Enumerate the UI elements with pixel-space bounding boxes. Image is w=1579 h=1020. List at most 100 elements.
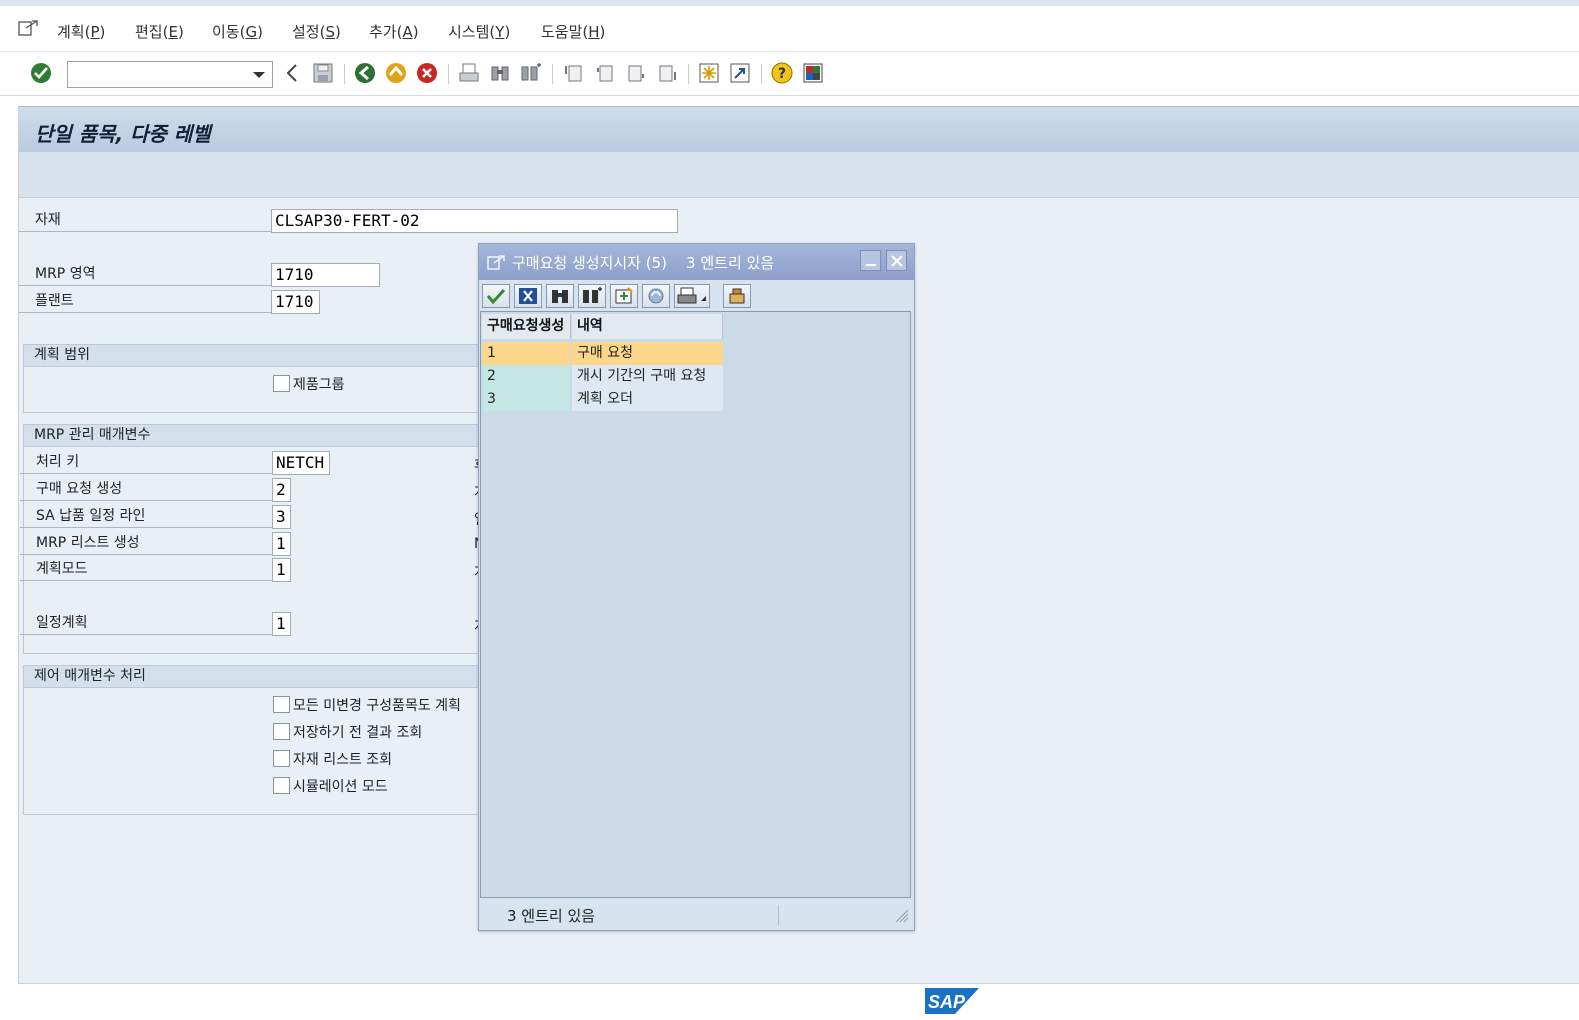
list-item-selected[interactable]: 1 구매 요청	[482, 342, 723, 365]
planning-mode-label: 계획모드	[20, 559, 272, 581]
menu-planning-text: 계획(	[57, 23, 91, 41]
command-dropdown-icon[interactable]	[253, 72, 265, 78]
plan-unchanged-components-checkbox[interactable]	[273, 696, 290, 713]
collapse-left-icon[interactable]	[280, 61, 304, 85]
last-page-icon[interactable]	[655, 61, 679, 85]
dialog-window-icon	[487, 254, 507, 275]
list-item[interactable]: 3 계획 오더	[482, 388, 723, 411]
print-menu-icon[interactable]	[674, 284, 710, 308]
display-results-before-save-label: 저장하기 전 결과 조회	[293, 725, 423, 741]
material-input[interactable]: CLSAP30-FERT-02	[271, 209, 678, 233]
refresh-icon[interactable]	[642, 284, 670, 308]
display-material-list-checkbox[interactable]	[273, 750, 290, 767]
scheduling-label: 일정계획	[20, 613, 272, 635]
customize-layout-icon[interactable]	[801, 61, 825, 85]
column-header-description[interactable]: 내역	[572, 314, 723, 339]
shortcut-icon[interactable]	[728, 61, 752, 85]
dialog-title-bar[interactable]: 구매요청 생성지시자 (5) 3 엔트리 있음	[479, 244, 914, 280]
menu-extras-key: A	[402, 23, 413, 41]
planning-scope-header: 계획 범위	[24, 345, 482, 367]
sa-deliv-sched-input[interactable]: 3	[272, 505, 291, 529]
product-group-checkbox[interactable]	[273, 375, 290, 392]
search-next-icon[interactable]	[578, 284, 606, 308]
menu-settings-key: S	[325, 23, 335, 41]
menu-settings[interactable]: 설정(S)	[292, 21, 341, 42]
menu-help-text: 도움말(	[541, 23, 589, 41]
back-icon[interactable]	[353, 61, 377, 85]
toolbar-separator	[552, 64, 553, 84]
list-item-description: 개시 기간의 구매 요청	[572, 365, 723, 388]
find-next-icon[interactable]	[519, 61, 543, 85]
menu-planning[interactable]: 계획(P)	[57, 21, 105, 42]
menu-settings-end: )	[334, 23, 341, 41]
display-results-before-save-checkbox[interactable]	[273, 723, 290, 740]
menu-system-text: 시스템(	[448, 23, 496, 41]
list-item-key: 1	[482, 342, 571, 365]
menu-system[interactable]: 시스템(Y)	[448, 21, 510, 42]
create-pur-req-input[interactable]: 2	[272, 478, 291, 502]
plant-label: 플랜트	[19, 291, 271, 313]
menu-extras[interactable]: 추가(A)	[369, 21, 419, 42]
menu-settings-text: 설정(	[292, 23, 326, 41]
print-icon[interactable]	[457, 61, 481, 85]
simulation-mode-checkbox[interactable]	[273, 777, 290, 794]
control-processing-header: 제어 매개변수 처리	[24, 666, 482, 688]
search-icon[interactable]	[546, 284, 574, 308]
list-item[interactable]: 2 개시 기간의 구매 요청	[482, 365, 723, 388]
previous-page-icon[interactable]	[593, 61, 617, 85]
menu-help-end: )	[599, 23, 606, 41]
exit-up-icon[interactable]	[384, 61, 408, 85]
toolbar-separator	[688, 64, 689, 84]
command-field[interactable]	[67, 61, 273, 88]
sap-logo: SAP	[925, 988, 979, 1014]
copy-check-icon[interactable]	[482, 284, 510, 308]
scheduling-input[interactable]: 1	[272, 612, 291, 636]
cancel-x-icon[interactable]	[514, 284, 542, 308]
plant-input[interactable]: 1710	[271, 290, 320, 314]
create-pur-req-label: 구매 요청 생성	[20, 479, 272, 501]
column-header-key[interactable]: 구매요청생성	[482, 314, 571, 339]
menu-system-end: )	[504, 23, 511, 41]
pur-req-indicator-dialog: 구매요청 생성지시자 (5) 3 엔트리 있음 구매요청생성 내역 1 구매 요…	[478, 243, 915, 931]
menu-goto[interactable]: 이동(G)	[212, 21, 263, 42]
save-icon[interactable]	[311, 61, 335, 85]
display-material-list-label: 자재 리스트 조회	[293, 752, 393, 768]
create-mrp-list-input[interactable]: 1	[272, 532, 291, 556]
standard-toolbar: ?	[0, 52, 1579, 96]
new-entry-icon[interactable]	[610, 284, 638, 308]
help-icon[interactable]: ?	[770, 61, 794, 85]
planning-mode-input[interactable]: 1	[272, 558, 291, 582]
create-session-icon[interactable]	[697, 61, 721, 85]
enter-check-icon[interactable]	[29, 61, 53, 85]
mrp-area-label: MRP 영역	[19, 264, 271, 286]
cancel-icon[interactable]	[415, 61, 439, 85]
dialog-toolbar	[480, 282, 913, 310]
menu-help[interactable]: 도움말(H)	[541, 21, 605, 42]
find-icon[interactable]	[488, 61, 512, 85]
menu-bar: 계획(P) 편집(E) 이동(G) 설정(S) 추가(A) 시스템(Y) 도움말…	[0, 6, 1579, 52]
personalize-icon[interactable]	[723, 284, 751, 308]
mrp-area-input[interactable]: 1710	[271, 263, 380, 287]
processing-key-input[interactable]: NETCH	[272, 451, 330, 475]
menu-goto-text: 이동(	[212, 23, 246, 41]
planning-scope-group: 계획 범위 제품그룹	[23, 344, 483, 413]
close-icon[interactable]	[886, 250, 907, 271]
resize-grip-icon[interactable]	[891, 905, 909, 927]
menu-planning-end: )	[99, 23, 106, 41]
menu-edit-key: E	[168, 23, 178, 41]
first-page-icon[interactable]	[562, 61, 586, 85]
application-toolbar	[19, 152, 1579, 198]
sap-logo-text: SAP	[928, 992, 966, 1012]
menu-goto-key: G	[245, 23, 258, 41]
minimize-icon[interactable]	[860, 250, 881, 271]
entries-count-text: 3 엔트리 있음	[507, 907, 596, 925]
toolbar-separator	[448, 64, 449, 84]
next-page-icon[interactable]	[624, 61, 648, 85]
list-item-description: 구매 요청	[572, 342, 723, 365]
menu-extras-text: 추가(	[369, 23, 403, 41]
menu-exit-icon[interactable]	[18, 19, 40, 37]
menu-edit[interactable]: 편집(E)	[135, 21, 184, 42]
sa-deliv-sched-label: SA 납품 일정 라인	[20, 506, 272, 528]
list-item-description: 계획 오더	[572, 388, 723, 411]
list-item-key: 3	[482, 388, 571, 411]
